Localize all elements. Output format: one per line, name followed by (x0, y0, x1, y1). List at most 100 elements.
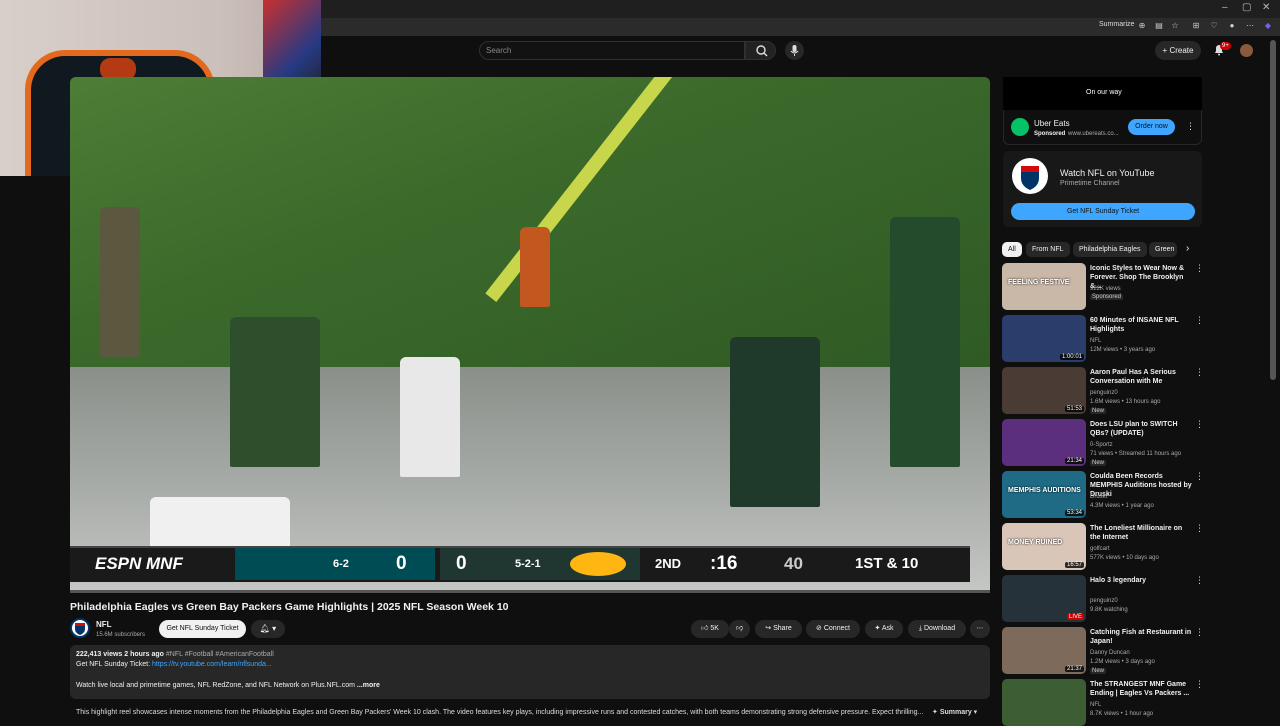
reader-icon[interactable]: ▤ (1154, 21, 1164, 31)
related-thumbnail[interactable]: 51:53 (1002, 367, 1086, 414)
account-avatar[interactable] (1240, 44, 1253, 57)
more-actions-button[interactable]: ⋯ (970, 620, 990, 638)
order-now-button[interactable]: Order now (1128, 119, 1175, 135)
related-channel[interactable]: 0-Sportz (1090, 441, 1113, 449)
connect-button[interactable]: ⊘ Connect (806, 620, 860, 638)
scrollbar[interactable] (1270, 40, 1276, 380)
related-thumbnail[interactable]: FEELING FESTIVE (1002, 263, 1086, 310)
packers-player (730, 337, 820, 507)
thumbnail-text: MEMPHIS AUDITIONS (1008, 487, 1081, 494)
related-more-icon[interactable]: ⋮ (1195, 523, 1204, 534)
related-thumbnail[interactable]: 21:34 (1002, 419, 1086, 466)
related-title[interactable]: Catching Fish at Restaurant in Japan! (1090, 628, 1194, 646)
ai-summary: This highlight reel showcases intense mo… (70, 705, 990, 720)
chip-from-nfl[interactable]: From NFL (1026, 242, 1070, 257)
copilot-icon[interactable]: ◆ (1263, 21, 1273, 31)
nfl-promo-title: Watch NFL on YouTube (1060, 168, 1155, 178)
related-channel[interactable]: Druski (1090, 493, 1107, 501)
ad-banner-text: On our way (1086, 89, 1122, 96)
related-title[interactable]: Does LSU plan to SWITCH QBs? (UPDATE) (1090, 420, 1194, 438)
scorebug-down: 1ST & 10 (855, 555, 919, 572)
duration-badge: 21:34 (1064, 458, 1084, 464)
related-thumbnail[interactable]: MEMPHIS AUDITIONS 53:34 (1002, 471, 1086, 518)
channel-avatar[interactable] (70, 618, 90, 638)
related-thumbnail[interactable]: 21:37 (1002, 627, 1086, 674)
extensions-icon[interactable]: ⊞ (1191, 21, 1201, 31)
favorites-icon[interactable]: ♡ (1209, 21, 1219, 31)
translate-icon[interactable]: ⊕ (1137, 21, 1147, 31)
sideline-staff (100, 207, 140, 357)
description-link-line: Get NFL Sunday Ticket: https://tv.youtub… (76, 661, 272, 668)
summarize-button[interactable]: Summarize (1099, 21, 1134, 28)
seek-bar[interactable] (70, 590, 990, 593)
dislike-button[interactable]: 👎︎ (729, 620, 750, 638)
chevron-right-icon[interactable]: › (1186, 243, 1189, 254)
related-more-icon[interactable]: ⋮ (1195, 679, 1204, 690)
nfl-promo-logo (1012, 158, 1048, 194)
related-more-icon[interactable]: ⋮ (1195, 263, 1204, 274)
chip-eagles[interactable]: Philadelphia Eagles (1073, 242, 1147, 257)
summary-label: Summary (939, 709, 972, 716)
orange-marker (520, 227, 550, 307)
search-input[interactable]: Search (479, 41, 745, 60)
notification-bell-button[interactable]: 🔔︎ ▾ (251, 620, 285, 638)
search-button[interactable] (745, 41, 776, 60)
video-player[interactable] (70, 77, 990, 593)
connect-label: Connect (823, 625, 850, 632)
more-menu-icon[interactable]: ⋯ (1245, 21, 1255, 31)
download-button[interactable]: ⤓ Download (908, 620, 966, 638)
related-more-icon[interactable]: ⋮ (1195, 575, 1204, 586)
show-more-link[interactable]: ...more (357, 682, 380, 689)
close-icon[interactable]: ✕ (1262, 2, 1270, 13)
related-channel[interactable]: penguinz0 (1090, 389, 1118, 397)
duration-badge: 16:57 (1064, 562, 1084, 568)
related-title[interactable]: The STRANGEST MNF Game Ending | Eagles V… (1090, 680, 1194, 698)
related-more-icon[interactable]: ⋮ (1195, 367, 1204, 378)
football-field (70, 77, 990, 367)
view-stats: 222,413 views 2 hours ago (76, 651, 164, 658)
related-more-icon[interactable]: ⋮ (1195, 419, 1204, 430)
ask-button[interactable]: ✦ Ask (865, 620, 903, 638)
search-icon (756, 45, 768, 57)
related-channel[interactable]: NFL (1090, 701, 1101, 709)
related-more-icon[interactable]: ⋮ (1195, 315, 1204, 326)
voice-search-button[interactable] (785, 41, 804, 60)
video-title: Philadelphia Eagles vs Green Bay Packers… (70, 601, 509, 613)
chip-green[interactable]: Green (1149, 242, 1177, 257)
related-thumbnail[interactable]: MONEY RUINED 16:57 (1002, 523, 1086, 570)
related-channel[interactable]: NFL (1090, 337, 1101, 345)
related-channel[interactable]: golfcart (1090, 545, 1110, 553)
related-stats: 4.3M views • 1 year ago (1090, 503, 1154, 509)
related-thumbnail[interactable]: LIVE (1002, 575, 1086, 622)
related-title[interactable]: The Loneliest Millionaire on the Interne… (1090, 524, 1194, 542)
related-channel[interactable]: Danny Duncan (1090, 649, 1130, 657)
related-thumbnail[interactable]: 1:00:01 (1002, 315, 1086, 362)
thumbs-down-icon: 👎︎ (735, 625, 744, 632)
bookmark-star-icon[interactable]: ☆ (1170, 21, 1180, 31)
thumbnail-text: MONEY RUINED (1008, 539, 1063, 546)
related-title[interactable]: 60 Minutes of INSANE NFL Highlights (1090, 316, 1194, 334)
hashtags[interactable]: #NFL #Football #AmericanFootball (166, 651, 274, 658)
chip-all[interactable]: All (1002, 242, 1022, 257)
related-channel[interactable]: penguinz0 (1090, 597, 1118, 605)
related-more-icon[interactable]: ⋮ (1195, 471, 1204, 482)
profile-icon[interactable]: ● (1227, 21, 1237, 31)
related-title[interactable]: Aaron Paul Has A Serious Conversation wi… (1090, 368, 1194, 386)
create-button[interactable]: + Create (1155, 41, 1201, 60)
related-more-icon[interactable]: ⋮ (1195, 627, 1204, 638)
get-sunday-ticket-button[interactable]: Get NFL Sunday Ticket (1011, 203, 1195, 220)
sunday-ticket-button[interactable]: Get NFL Sunday Ticket (159, 620, 246, 638)
sunday-ticket-link[interactable]: https://tv.youtube.com/learn/nflsunda... (152, 661, 272, 668)
maximize-icon[interactable]: ▢ (1242, 2, 1251, 13)
summary-toggle[interactable]: ✦ Summary ▾ (932, 705, 977, 720)
related-thumbnail[interactable] (1002, 679, 1086, 726)
related-channel[interactable]: 922K views (1090, 285, 1121, 293)
ad-more-icon[interactable]: ⋮ (1186, 121, 1195, 132)
share-button[interactable]: ↪ Share (755, 620, 802, 638)
channel-name[interactable]: NFL (96, 620, 112, 629)
scorebug-network: ESPN MNF (95, 554, 183, 573)
related-title[interactable]: Halo 3 legendary (1090, 576, 1194, 585)
minimize-icon[interactable]: – (1222, 2, 1228, 13)
like-button[interactable]: 👍︎ 5K (691, 620, 729, 638)
share-icon: ↪ (765, 625, 774, 632)
